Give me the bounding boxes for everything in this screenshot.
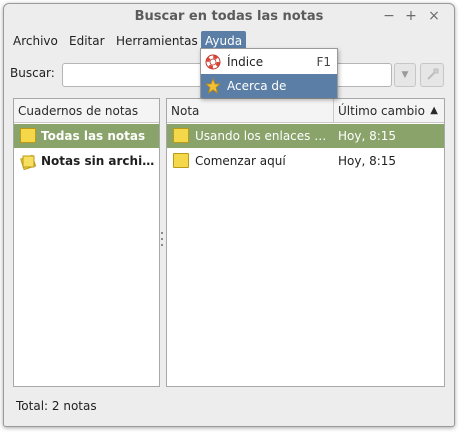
notes-panel: Nota Último cambio ▲ Usando los enlaces … <box>166 98 445 387</box>
menu-item-label: Índice <box>227 55 264 69</box>
menu-item-indice[interactable]: Índice F1 <box>201 50 337 74</box>
help-menu-dropdown: Índice F1 Acerca de <box>200 48 338 98</box>
menu-item-label: Acerca de <box>227 79 287 93</box>
search-history-dropdown-button[interactable]: ▼ <box>394 63 416 87</box>
last-changed-header-label: Último cambio <box>338 104 425 118</box>
title-bar[interactable]: Buscar en todas las notas − + × <box>4 4 454 30</box>
note-title: Usando los enlaces … <box>195 129 327 143</box>
star-icon <box>205 78 221 94</box>
menu-item-acerca-de[interactable]: Acerca de <box>201 74 337 98</box>
menu-editar[interactable]: Editar <box>65 31 109 51</box>
chevron-down-icon: ▼ <box>401 70 409 80</box>
note-last-changed: Hoy, 8:15 <box>338 129 397 143</box>
menu-item-shortcut: F1 <box>316 55 331 69</box>
search-label: Buscar: <box>10 66 55 80</box>
note-row[interactable]: Comenzar aquí Hoy, 8:15 <box>167 149 444 173</box>
unfiled-notes-icon <box>20 154 37 170</box>
status-bar-text: Total: 2 notas <box>16 399 97 413</box>
menu-archivo[interactable]: Archivo <box>9 31 62 51</box>
note-last-changed: Hoy, 8:15 <box>338 154 397 168</box>
note-title-column-header[interactable]: Nota <box>167 99 334 123</box>
note-icon <box>173 153 189 168</box>
close-button[interactable]: × <box>425 7 443 25</box>
minimize-button[interactable]: − <box>380 7 398 25</box>
pane-splitter-handle[interactable] <box>161 230 164 252</box>
notebook-item-unfiled[interactable]: Notas sin archi… <box>14 149 159 173</box>
maximize-button[interactable]: + <box>402 7 420 25</box>
note-icon <box>173 128 189 143</box>
notebook-item-all-notes[interactable]: Todas las notas <box>14 124 159 148</box>
notebooks-panel: Cuadernos de notas Todas las notas Notas… <box>13 98 160 387</box>
menu-herramientas[interactable]: Herramientas <box>112 31 202 51</box>
notebooks-column-header[interactable]: Cuadernos de notas <box>14 99 159 123</box>
sort-ascending-icon: ▲ <box>430 105 438 116</box>
notebook-item-label: Notas sin archi… <box>41 154 155 168</box>
clear-icon <box>427 68 439 80</box>
all-notes-icon <box>20 128 36 143</box>
last-changed-column-header[interactable]: Último cambio ▲ <box>334 99 444 123</box>
note-title: Comenzar aquí <box>195 154 286 168</box>
clear-search-button[interactable] <box>420 63 444 87</box>
notebook-item-label: Todas las notas <box>41 129 146 143</box>
note-row[interactable]: Usando los enlaces … Hoy, 8:15 <box>167 124 444 148</box>
lifebuoy-icon <box>205 54 221 70</box>
